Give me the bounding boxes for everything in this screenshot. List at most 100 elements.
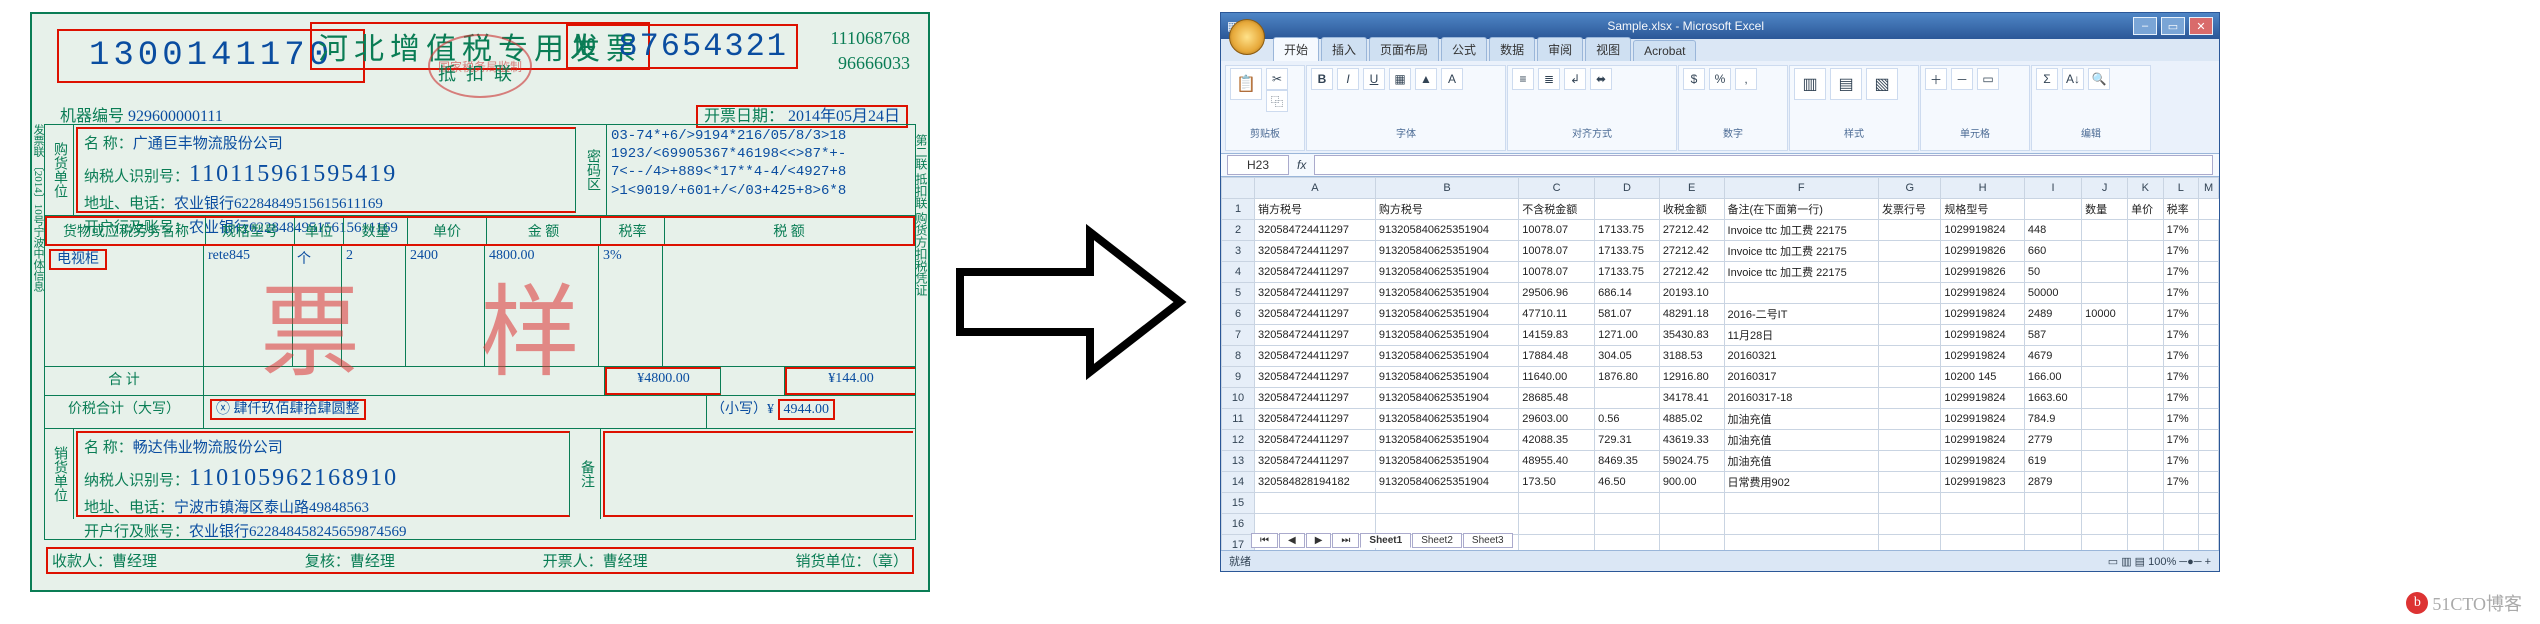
cell[interactable] [2199, 493, 2219, 514]
cell[interactable]: 320584724411297 [1255, 262, 1376, 283]
spreadsheet-table[interactable]: ABCDEFGHIJKLM1销方税号购方税号不含税金额收税金额备注(在下面第一行… [1221, 177, 2219, 550]
cell[interactable]: 913205840625351904 [1375, 451, 1518, 472]
tab-review[interactable]: 审阅 [1537, 37, 1583, 61]
cell[interactable] [2082, 472, 2128, 493]
border-icon[interactable]: ▦ [1389, 68, 1411, 90]
row-header[interactable]: 7 [1222, 325, 1255, 346]
cell[interactable]: 913205840625351904 [1375, 409, 1518, 430]
cell[interactable]: 20160317 [1724, 367, 1878, 388]
cell[interactable]: 42088.35 [1519, 430, 1595, 451]
cell[interactable] [2199, 367, 2219, 388]
cell[interactable] [1879, 430, 1941, 451]
row-header[interactable]: 14 [1222, 472, 1255, 493]
cell[interactable] [2024, 199, 2081, 220]
cell[interactable] [1879, 220, 1941, 241]
cell[interactable]: 320584724411297 [1255, 325, 1376, 346]
row-header[interactable]: 8 [1222, 346, 1255, 367]
cell[interactable]: 4885.02 [1659, 409, 1724, 430]
cell[interactable]: 17133.75 [1595, 241, 1660, 262]
cell[interactable] [2199, 325, 2219, 346]
cell[interactable] [1879, 283, 1941, 304]
nav-first-icon[interactable]: ⏮ [1251, 533, 1278, 548]
cell[interactable]: 10000 [2082, 304, 2128, 325]
cell[interactable]: 0.56 [1595, 409, 1660, 430]
cell[interactable]: 1029919824 [1941, 409, 2024, 430]
cell[interactable]: Invoice ttc 加工费 22175 [1724, 220, 1878, 241]
cell[interactable]: 购方税号 [1375, 199, 1518, 220]
cell[interactable]: 17% [2163, 430, 2199, 451]
cell[interactable]: 1029919824 [1941, 430, 2024, 451]
cell[interactable]: 发票行号 [1879, 199, 1941, 220]
cell[interactable] [2082, 220, 2128, 241]
cell[interactable] [2082, 535, 2128, 551]
cell[interactable] [1879, 409, 1941, 430]
cell[interactable] [2199, 220, 2219, 241]
cell[interactable]: 规格型号 [1941, 199, 2024, 220]
cell[interactable]: 34178.41 [1659, 388, 1724, 409]
cell[interactable]: 11月28日 [1724, 325, 1878, 346]
cell[interactable] [1941, 514, 2024, 535]
cell[interactable]: 27212.42 [1659, 220, 1724, 241]
grid-area[interactable]: ABCDEFGHIJKLM1销方税号购方税号不含税金额收税金额备注(在下面第一行… [1221, 177, 2219, 550]
cell[interactable] [1941, 493, 2024, 514]
cell[interactable]: 59024.75 [1659, 451, 1724, 472]
wrap-icon[interactable]: ↲ [1564, 68, 1586, 90]
cell[interactable] [2128, 367, 2163, 388]
cell[interactable]: 加油充值 [1724, 409, 1878, 430]
col-header[interactable]: B [1375, 178, 1518, 199]
cell[interactable]: 17% [2163, 451, 2199, 472]
cell[interactable]: 1029919826 [1941, 241, 2024, 262]
cell[interactable]: 17% [2163, 346, 2199, 367]
currency-icon[interactable]: $ [1683, 68, 1705, 90]
cell[interactable]: 17% [2163, 409, 2199, 430]
delete-icon[interactable]: － [1951, 68, 1973, 90]
cell[interactable] [1879, 472, 1941, 493]
cell[interactable]: 320584724411297 [1255, 304, 1376, 325]
cell[interactable]: 10078.07 [1519, 262, 1595, 283]
cell[interactable] [1595, 199, 1660, 220]
cell[interactable] [2128, 514, 2163, 535]
cell[interactable] [2082, 241, 2128, 262]
cell[interactable] [1519, 535, 1595, 551]
cell[interactable] [2082, 262, 2128, 283]
cell[interactable]: 686.14 [1595, 283, 1660, 304]
cell[interactable] [2128, 388, 2163, 409]
sheet-tab-2[interactable]: Sheet2 [1412, 533, 1462, 548]
font-color-icon[interactable]: A [1441, 68, 1463, 90]
cell[interactable]: 17% [2163, 262, 2199, 283]
cell[interactable]: 448 [2024, 220, 2081, 241]
row-header[interactable]: 11 [1222, 409, 1255, 430]
cell[interactable]: 备注(在下面第一行) [1724, 199, 1878, 220]
cell[interactable]: 加油充值 [1724, 430, 1878, 451]
cell[interactable]: 304.05 [1595, 346, 1660, 367]
cell[interactable] [2128, 346, 2163, 367]
cell[interactable] [2128, 493, 2163, 514]
cell[interactable]: 17% [2163, 283, 2199, 304]
minimize-button[interactable]: – [2133, 17, 2157, 35]
cell[interactable] [2128, 451, 2163, 472]
col-header[interactable]: H [1941, 178, 2024, 199]
cell[interactable] [1659, 514, 1724, 535]
cell[interactable] [2128, 262, 2163, 283]
cell[interactable] [1879, 304, 1941, 325]
cell[interactable]: 1029919824 [1941, 388, 2024, 409]
cell[interactable]: 20160321 [1724, 346, 1878, 367]
cell[interactable] [2082, 451, 2128, 472]
cell[interactable]: 29603.00 [1519, 409, 1595, 430]
cell[interactable] [1659, 493, 1724, 514]
cell[interactable]: 1029919823 [1941, 472, 2024, 493]
cell[interactable] [1879, 388, 1941, 409]
cell[interactable] [2128, 325, 2163, 346]
cell[interactable]: 数量 [2082, 199, 2128, 220]
cell[interactable] [2199, 346, 2219, 367]
cell[interactable] [2082, 325, 2128, 346]
cell[interactable] [2082, 346, 2128, 367]
insert-icon[interactable]: ＋ [1925, 68, 1947, 90]
cell[interactable] [1879, 514, 1941, 535]
cell[interactable] [2024, 493, 2081, 514]
cell[interactable] [2128, 304, 2163, 325]
row-header[interactable]: 3 [1222, 241, 1255, 262]
row-header[interactable]: 2 [1222, 220, 1255, 241]
cell[interactable] [2163, 493, 2199, 514]
cell[interactable] [1879, 325, 1941, 346]
